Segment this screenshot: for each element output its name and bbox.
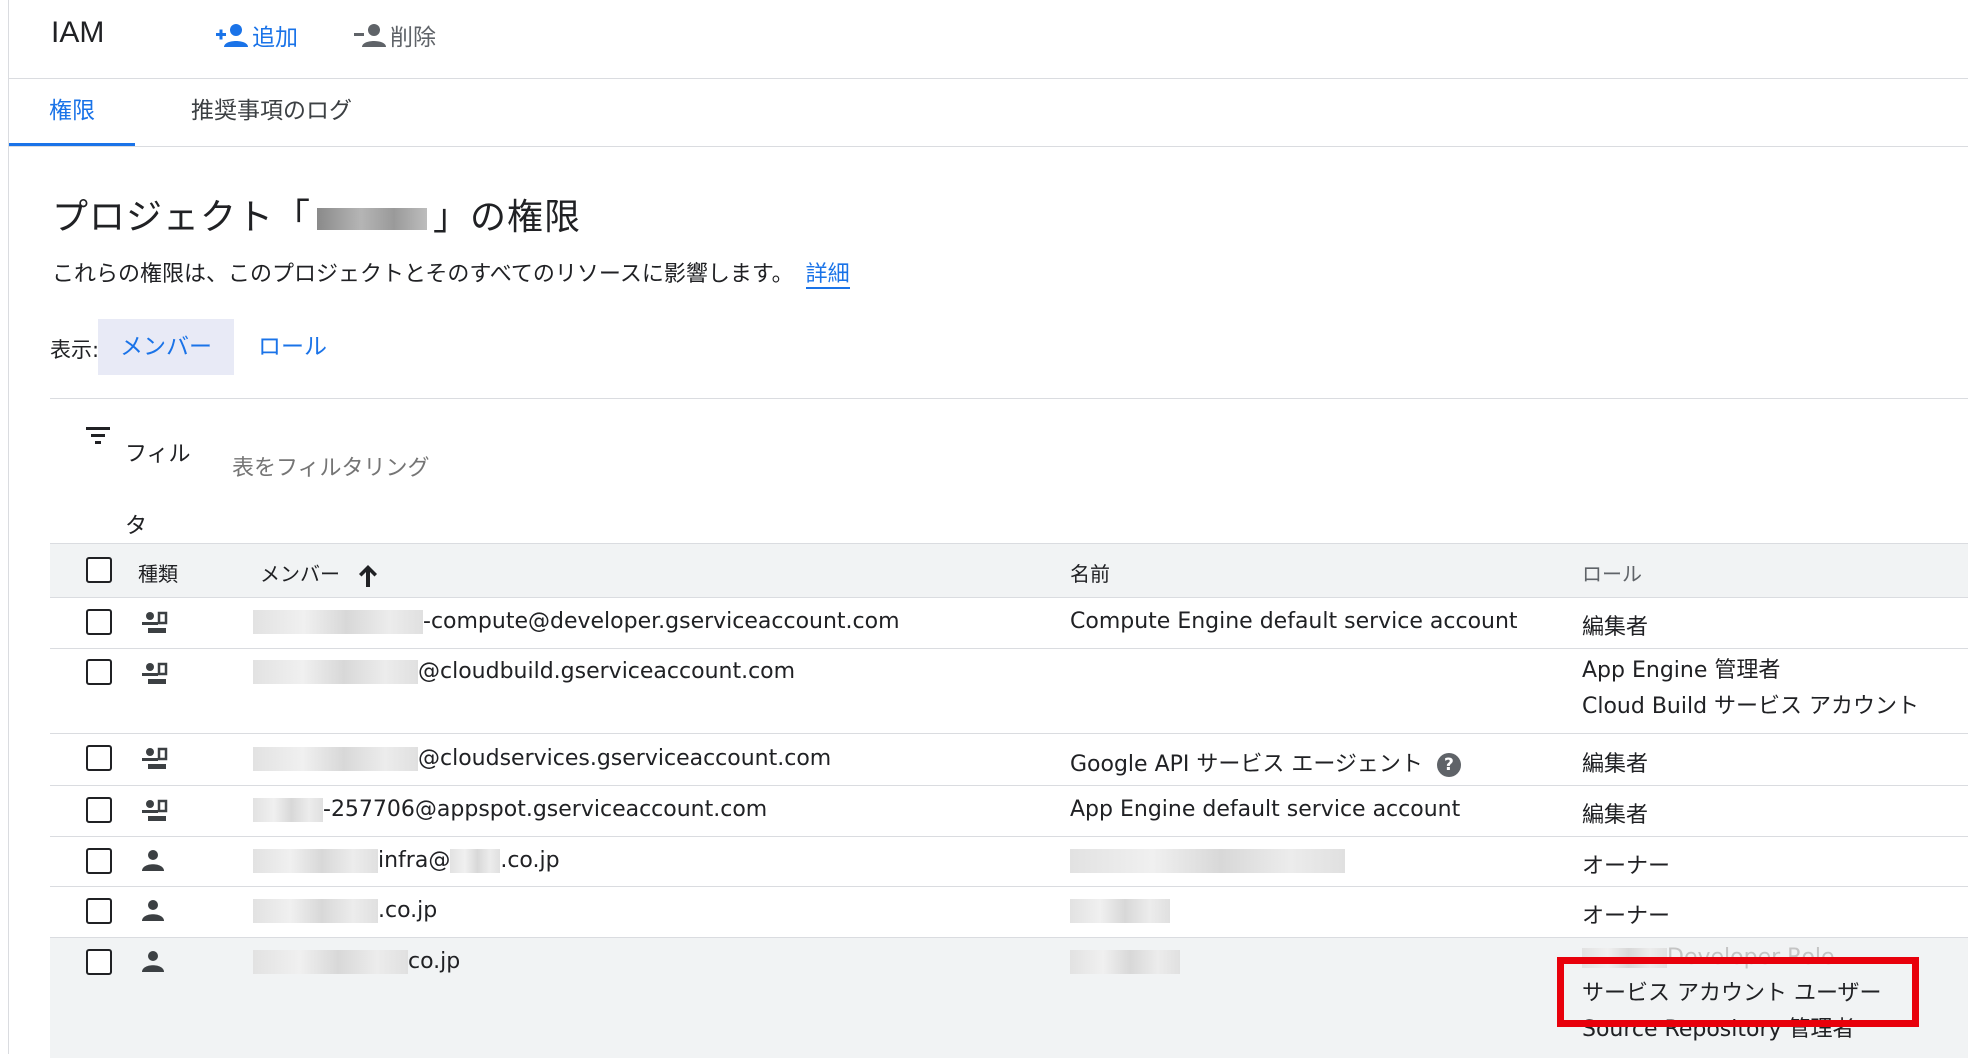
member-email: -compute@developer.gserviceaccount.com xyxy=(253,609,900,634)
service-account-icon xyxy=(142,662,168,684)
redacted-project-name xyxy=(317,208,428,230)
row-checkbox[interactable] xyxy=(86,745,112,771)
view-label: 表示: xyxy=(50,338,100,362)
filter-icon[interactable] xyxy=(86,427,110,445)
member-role: 編集者 xyxy=(1582,615,1649,640)
view-by-roles-toggle[interactable]: ロール xyxy=(236,319,349,375)
person-add-icon xyxy=(216,24,248,47)
member-email: .co.jp xyxy=(253,898,437,923)
row-checkbox[interactable] xyxy=(86,609,112,635)
table-row[interactable]: @cloudbuild.gserviceaccount.com App Engi… xyxy=(50,649,1968,734)
row-checkbox[interactable] xyxy=(86,898,112,924)
left-panel-edge xyxy=(0,0,9,1054)
member-name: Compute Engine default service account xyxy=(1070,609,1518,634)
table-row[interactable]: infra@ .co.jp オーナー xyxy=(50,837,1968,887)
filter-bar: フィルタ xyxy=(50,398,1968,544)
member-name xyxy=(1070,898,1170,923)
remove-member-button[interactable]: 削除 xyxy=(354,18,436,52)
table-header: 種類 メンバー 名前 ロール xyxy=(50,543,1968,598)
header-role: ロール xyxy=(1582,562,1642,586)
member-name: App Engine default service account xyxy=(1070,797,1461,822)
view-by-members-toggle[interactable]: メンバー xyxy=(98,319,234,375)
member-role: 編集者 xyxy=(1582,803,1649,828)
app-title: IAM xyxy=(51,16,105,49)
select-all-checkbox[interactable] xyxy=(86,557,112,583)
top-toolbar: IAM 追加 削除 xyxy=(9,0,1968,79)
member-email: -257706@appspot.gserviceaccount.com xyxy=(253,797,767,822)
person-icon xyxy=(142,850,164,871)
member-email: infra@ .co.jp xyxy=(253,848,560,873)
member-role: App Engine 管理者 xyxy=(1582,658,1781,683)
help-icon[interactable]: ? xyxy=(1436,753,1461,777)
member-name xyxy=(1070,848,1345,873)
person-icon xyxy=(142,951,164,972)
header-member[interactable]: メンバー xyxy=(260,558,378,587)
filter-label: フィルタ xyxy=(125,442,191,539)
header-type: 種類 xyxy=(138,562,178,586)
member-email: co.jp xyxy=(253,949,460,974)
member-role: 編集者 xyxy=(1582,752,1649,777)
header-name: 名前 xyxy=(1070,562,1110,586)
remove-label: 削除 xyxy=(390,25,436,51)
highlight-annotation-box xyxy=(1557,957,1919,1027)
sort-ascending-icon xyxy=(359,564,378,587)
table-row[interactable]: -compute@developer.gserviceaccount.com C… xyxy=(50,598,1968,649)
member-role: オーナー xyxy=(1582,904,1671,929)
member-role: オーナー xyxy=(1582,854,1671,879)
table-row[interactable]: -257706@appspot.gserviceaccount.com App … xyxy=(50,786,1968,837)
service-account-icon xyxy=(142,799,168,821)
member-name xyxy=(1070,949,1180,974)
page-description: これらの権限は、このプロジェクトとそのすべてのリソースに影響します。 詳細 xyxy=(52,262,850,289)
service-account-icon xyxy=(142,611,168,633)
page-title: プロジェクト「 」の権限 xyxy=(52,197,582,238)
member-email: @cloudservices.gserviceaccount.com xyxy=(253,746,831,771)
details-link[interactable]: 詳細 xyxy=(805,262,850,289)
add-label: 追加 xyxy=(252,25,298,51)
table-row[interactable]: .co.jp オーナー xyxy=(50,887,1968,938)
row-checkbox[interactable] xyxy=(86,659,112,685)
tab-bar: 権限 推奨事項のログ xyxy=(9,79,1968,147)
tab-permissions[interactable]: 権限 xyxy=(9,79,135,146)
row-checkbox[interactable] xyxy=(86,949,112,975)
member-role: Cloud Build サービス アカウント xyxy=(1582,694,1920,719)
person-icon xyxy=(142,900,164,921)
table-row[interactable]: @cloudservices.gserviceaccount.com Googl… xyxy=(50,734,1968,786)
row-checkbox[interactable] xyxy=(86,797,112,823)
person-remove-icon xyxy=(354,24,386,47)
member-name: Google API サービス エージェント? xyxy=(1070,746,1461,778)
add-member-button[interactable]: 追加 xyxy=(216,18,298,52)
service-account-icon xyxy=(142,747,168,769)
row-checkbox[interactable] xyxy=(86,848,112,874)
member-email: @cloudbuild.gserviceaccount.com xyxy=(253,659,795,684)
member-roles: App Engine 管理者 Cloud Build サービス アカウント xyxy=(1582,653,1919,725)
filter-input[interactable] xyxy=(230,455,834,482)
tab-recommendation-log[interactable]: 推奨事項のログ xyxy=(151,79,392,146)
